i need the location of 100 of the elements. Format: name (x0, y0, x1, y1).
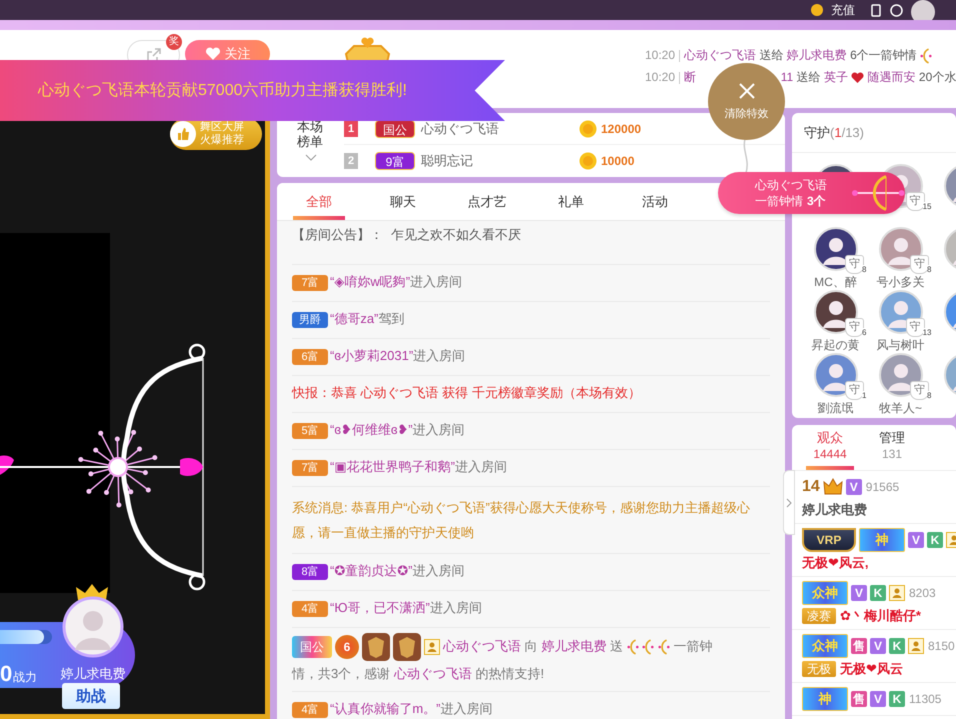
user-name-link[interactable]: “德哥za” (330, 311, 378, 326)
chat-tab[interactable]: 活动 (613, 183, 697, 220)
message-text: 的热情支持! (475, 666, 544, 681)
k-badge: K (927, 532, 943, 548)
user-name-link[interactable]: “Ю哥，已不潇洒” (330, 600, 430, 615)
user-name[interactable]: 心动ぐつ飞语 (421, 120, 579, 138)
bow-icon (850, 174, 905, 212)
popup-count: 3个 (807, 194, 826, 208)
user-name-link[interactable]: 婷儿求电费 (786, 48, 847, 62)
guard-count-current: 1 (834, 125, 842, 140)
vrp-badge: VRP (802, 528, 856, 552)
message-text: 送给 (759, 48, 784, 62)
promo-text: 舞区大屏 (200, 121, 244, 134)
user-name-link[interactable]: “✪童韵贞达✪” (330, 563, 412, 578)
audience-name[interactable]: 婷儿求电费 (802, 501, 867, 519)
user-name[interactable]: 聪明忘记 (421, 152, 579, 170)
chat-tab[interactable]: 聊天 (361, 183, 445, 220)
user-level: 14 (802, 478, 820, 496)
reward-badge: 奖 (166, 34, 182, 50)
host-name: 婷儿求电费 (60, 665, 126, 683)
god-badge: 众神 (802, 634, 848, 658)
coin-amount: 120000 (601, 122, 642, 136)
seller-badge: 售 (851, 691, 867, 707)
assist-button[interactable]: 助战 (62, 683, 120, 709)
user-name-link[interactable]: 心动ぐつ飞语 (394, 666, 472, 681)
user-name-link[interactable]: “◈唷妳w呢夠” (330, 274, 410, 289)
medal-icon (393, 633, 421, 661)
audience-name[interactable]: ✿丶梅川酷仔* (840, 607, 921, 625)
recharge-link[interactable]: 充值 (831, 2, 855, 18)
guard-name[interactable]: 昇起の黄 (812, 337, 860, 353)
user-name-link[interactable]: 随遇而安 (868, 70, 916, 84)
message-text: 6个一箭钟情 (850, 48, 917, 62)
seller-badge: 售 (851, 638, 867, 654)
user-badge-icon (424, 639, 440, 655)
leaderboard-label: 本场榜单 (297, 119, 324, 149)
user-score: 91565 (866, 480, 900, 494)
heart-icon (851, 72, 864, 84)
avatar-icon[interactable] (911, 0, 935, 20)
user-name-link[interactable]: “▣花花世界鸭子和鹅” (330, 459, 455, 474)
collapse-handle[interactable] (783, 470, 795, 535)
level-badge: 男爵 (292, 312, 328, 328)
level-badge: 6富 (292, 348, 328, 365)
k-badge: K (889, 638, 905, 654)
power-value: 0 (0, 662, 12, 686)
user-name-link[interactable]: 心动ぐつ飞语 (443, 638, 521, 654)
vip-badge: V (870, 638, 886, 654)
guard-level: 8 (862, 265, 866, 274)
god-badge: 神 (802, 687, 848, 711)
user-badge-icon (889, 585, 905, 601)
message-text: 一箭钟 (673, 638, 712, 654)
coin-amount: 10000 (601, 154, 634, 168)
user-name-link[interactable]: 心动ぐつ飞语 (684, 48, 756, 62)
coin-icon (579, 152, 597, 170)
user-name-link[interactable]: 断 (684, 70, 696, 84)
user-name-link[interactable]: “ɞ小萝莉2031” (330, 348, 414, 363)
notice-label: 【房间公告】： (292, 227, 383, 242)
message-text: 20个水 (918, 70, 956, 84)
chat-tab[interactable]: 点才艺 (445, 183, 529, 220)
level-badge: 4富 (292, 600, 328, 617)
chevron-down-icon[interactable] (305, 154, 317, 162)
user-name-link[interactable]: 英子 (824, 70, 848, 84)
chat-tab[interactable]: 礼单 (529, 183, 613, 220)
guard-name[interactable]: MC、醉 (814, 274, 857, 290)
level-medal: 6 (335, 635, 359, 659)
guard-name[interactable]: 号小多关 (876, 274, 924, 290)
audience-tab[interactable]: 管理 131 (861, 425, 923, 470)
flash-news-text: 快报：恭喜 心动ぐつ飞语 获得 千元榜徽章奖励（本场有效） (292, 385, 641, 400)
time-label: 10:20 (645, 48, 676, 62)
level-badge: 5富 (292, 422, 328, 439)
phone-icon[interactable] (870, 4, 882, 16)
thumbs-up-icon (170, 121, 196, 147)
god-badge: 神 (859, 528, 905, 552)
audience-name[interactable]: 无极❤风云, (802, 554, 869, 572)
level-badge: 7富 (292, 460, 328, 476)
user-name-link[interactable]: “认真你就输了m。” (330, 701, 440, 716)
user-badge-icon (908, 638, 924, 654)
vip-badge: V (851, 585, 867, 601)
guard-title: 守护 (804, 125, 830, 140)
guard-name[interactable]: 牧羊人~ (878, 400, 922, 416)
user-name-link[interactable]: 婷儿求电费 (541, 638, 606, 654)
banner-text: 心动ぐつ飞语本轮贡献57000六币助力主播获得胜利! (38, 80, 407, 101)
guard-level: 8 (927, 265, 932, 274)
promo-text: 火爆推荐 (200, 134, 244, 147)
power-label: 战力 (13, 669, 37, 686)
bow-icon (658, 639, 670, 655)
message-text: 进入房间 (440, 701, 492, 716)
user-name-link[interactable]: “ɞ❥何维维ɞ❥” (330, 422, 413, 437)
guard-name[interactable]: 劉流氓 (818, 400, 854, 416)
rank-number: 2 (344, 152, 358, 168)
title-tag: 凌赛 (802, 608, 836, 624)
coin-icon (811, 4, 823, 16)
user-score: 8203 (909, 586, 936, 600)
level-badge: 4富 (292, 702, 328, 718)
guard-count: /13) (842, 125, 864, 140)
audience-name[interactable]: 无极❤风云 (840, 660, 903, 678)
medal-icon (362, 633, 390, 661)
message-text: 驾到 (378, 311, 404, 326)
message-text: 送 (610, 638, 623, 654)
level-badge: 8富 (292, 564, 328, 580)
guard-name[interactable]: 风与树叶 (876, 337, 924, 353)
